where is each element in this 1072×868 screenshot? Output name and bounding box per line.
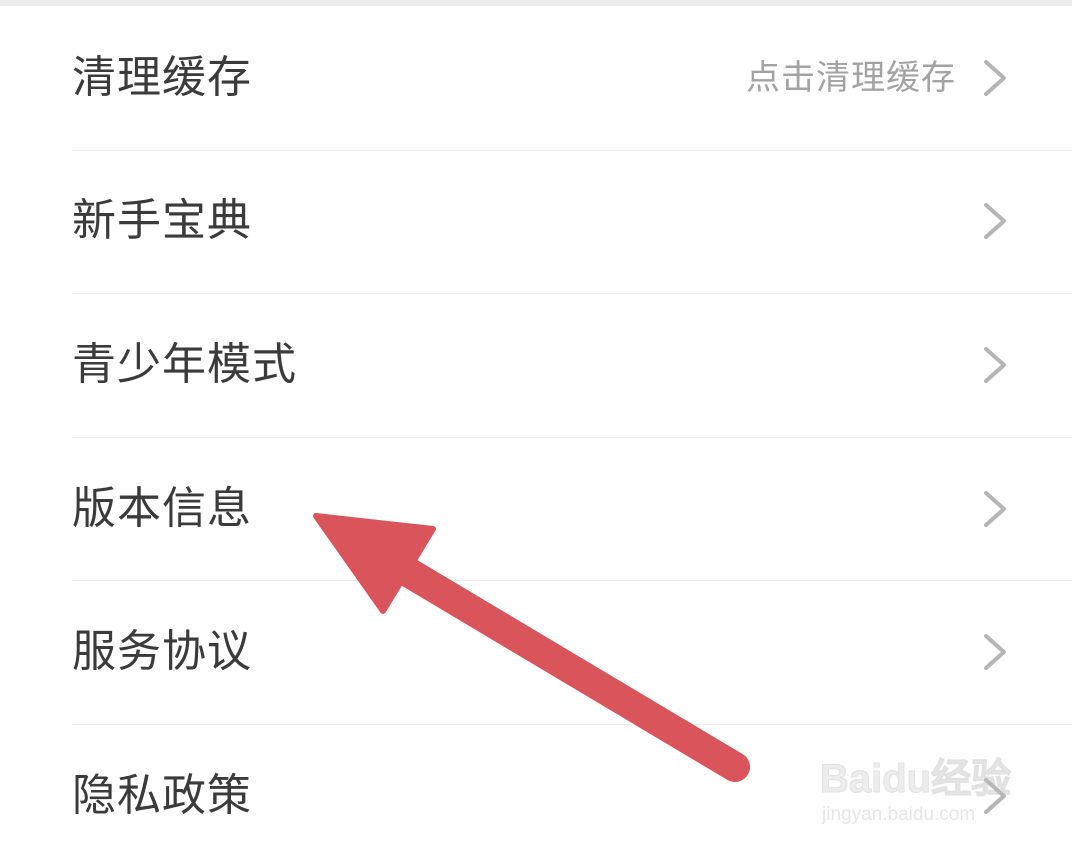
chevron-right-icon — [984, 777, 1006, 814]
settings-item-label: 清理缓存 — [72, 51, 252, 103]
chevron-right-icon — [984, 346, 1006, 383]
settings-item-teen-mode[interactable]: 青少年模式 — [0, 293, 1072, 437]
settings-item-service-agreement[interactable]: 服务协议 — [0, 580, 1072, 724]
chevron-right-icon — [984, 59, 1006, 96]
settings-list: 清理缓存 点击清理缓存 新手宝典 青少年模式 版本信息 服务协议 隐私政策 — [0, 6, 1072, 868]
chevron-right-icon — [984, 203, 1006, 240]
settings-item-privacy-policy[interactable]: 隐私政策 — [0, 723, 1072, 868]
settings-item-beginner-guide[interactable]: 新手宝典 — [0, 149, 1072, 294]
clear-cache-hint: 点击清理缓存 — [746, 57, 956, 98]
settings-item-clear-cache[interactable]: 清理缓存 点击清理缓存 — [0, 6, 1072, 150]
settings-item-label: 版本信息 — [72, 482, 252, 534]
chevron-right-icon — [984, 490, 1006, 527]
settings-item-label: 隐私政策 — [72, 769, 252, 821]
chevron-right-icon — [984, 634, 1006, 671]
settings-item-version-info[interactable]: 版本信息 — [0, 436, 1072, 581]
settings-item-label: 新手宝典 — [72, 195, 252, 247]
settings-item-label: 服务协议 — [72, 626, 252, 678]
settings-item-label: 青少年模式 — [72, 338, 297, 390]
